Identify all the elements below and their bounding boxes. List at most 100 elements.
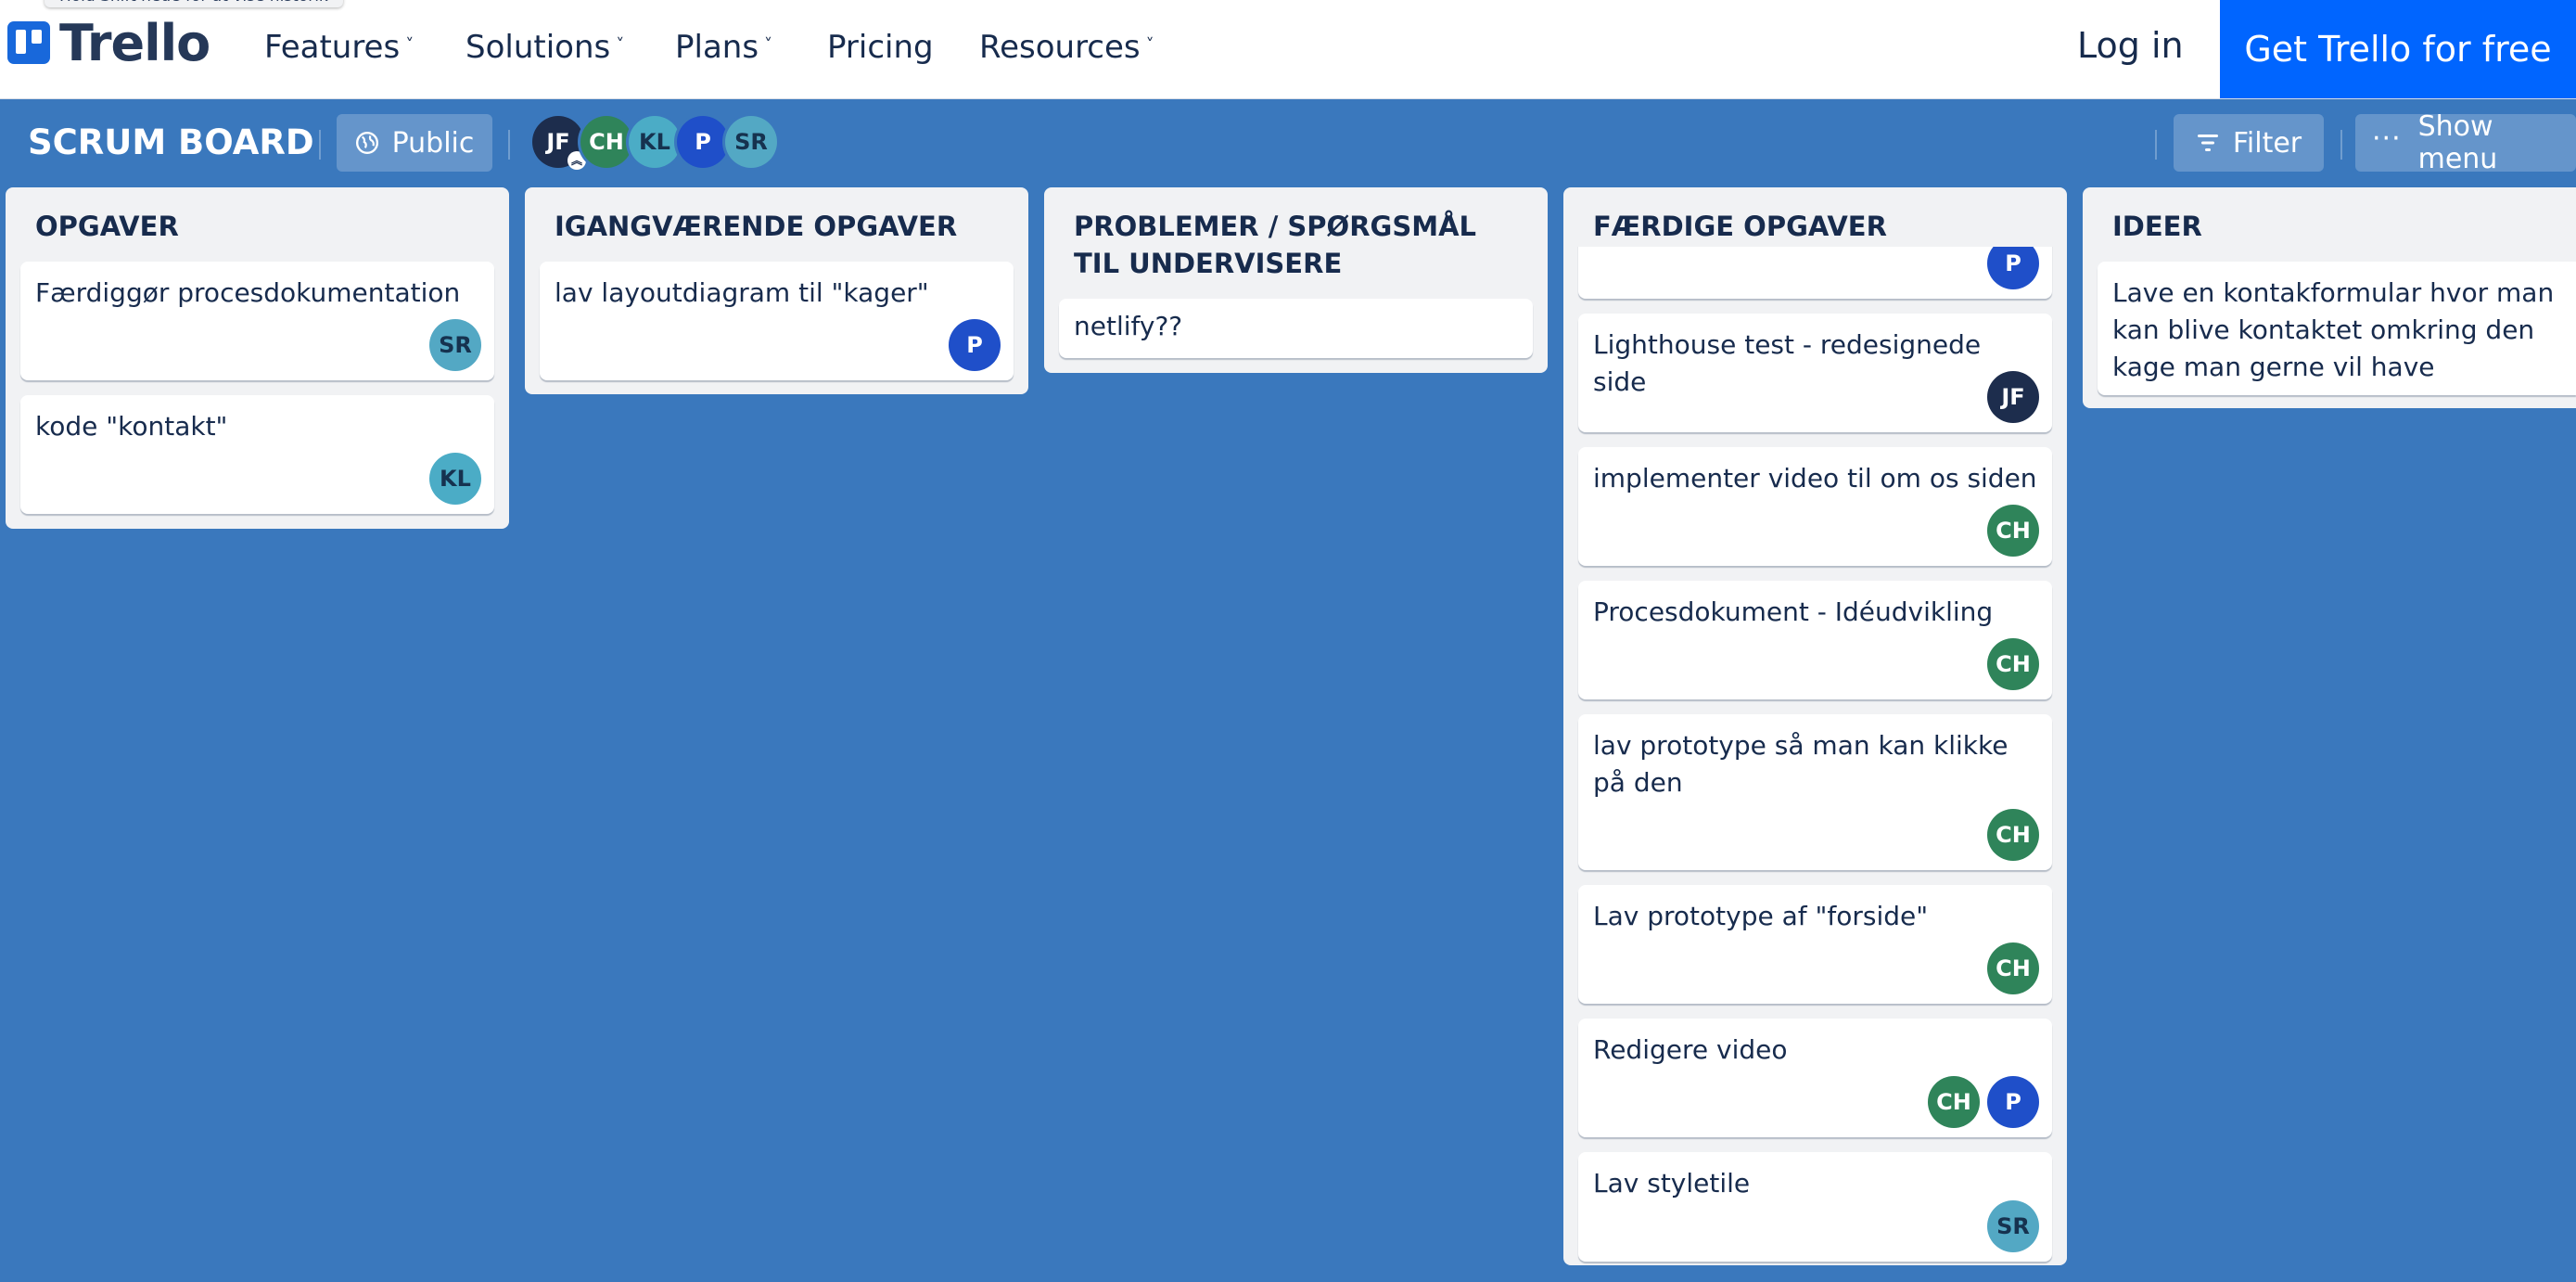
avatar-initials: P	[695, 129, 711, 155]
avatar[interactable]: JF	[1987, 371, 2039, 423]
card[interactable]: Lav prototype af "forside" CH	[1578, 885, 2052, 1004]
visibility-label: Public	[391, 126, 475, 160]
top-navigation: Hold Shift nede for at vise historik Tre…	[0, 0, 2576, 99]
more-dots-icon: ···	[2372, 122, 2402, 155]
trello-logo-icon	[7, 21, 50, 64]
card[interactable]: Redigere video CH P	[1578, 1019, 2052, 1137]
card[interactable]: P	[1578, 247, 2052, 299]
avatar[interactable]: P	[1987, 1076, 2039, 1128]
avatar[interactable]: P	[1987, 247, 2039, 289]
header-divider	[2155, 130, 2157, 160]
card-members: P	[1980, 247, 2039, 289]
card[interactable]: netlify??	[1059, 299, 1533, 358]
card-title: Redigere video	[1593, 1034, 1788, 1065]
chevron-down-icon: ˅	[764, 34, 773, 55]
chevron-down-icon: ˅	[1145, 34, 1154, 55]
list-igangvaerende-opgaver[interactable]: IGANGVÆRENDE OPGAVER lav layoutdiagram t…	[525, 187, 1028, 394]
card-members: JF	[1980, 371, 2039, 423]
avatar[interactable]: CH	[1987, 942, 2039, 994]
avatar[interactable]: KL	[429, 453, 481, 505]
card-members: P	[941, 319, 1001, 371]
avatar[interactable]: SR	[429, 319, 481, 371]
card[interactable]: Færdiggør procesdokumentation SR	[20, 262, 494, 380]
card-members: KL	[422, 453, 481, 505]
avatar[interactable]: SR	[1987, 1200, 2039, 1252]
list-title[interactable]: IGANGVÆRENDE OPGAVER	[525, 187, 1028, 247]
avatar[interactable]: P	[949, 319, 1001, 371]
chevron-down-icon: ˅	[405, 34, 414, 55]
logo-text: Trello	[59, 13, 210, 72]
list-opgaver[interactable]: OPGAVER Færdiggør procesdokumentation SR…	[6, 187, 509, 529]
show-menu-label: Show menu	[2417, 110, 2498, 175]
card-title: kode "kontakt"	[35, 411, 228, 442]
card-members: CH	[1980, 505, 2039, 557]
filter-icon	[2197, 135, 2218, 151]
nav-label: Features	[264, 29, 401, 66]
filter-label: Filter	[2232, 126, 2302, 160]
card-title: netlify??	[1074, 311, 1183, 341]
card[interactable]: lav layoutdiagram til "kager" P	[540, 262, 1014, 380]
card-title: Procesdokument - Idéudvikling	[1593, 596, 1994, 627]
list-problemer[interactable]: PROBLEMER / SPØRGSMÅL TIL UNDERVISERE ne…	[1044, 187, 1548, 373]
list-cards-scroll[interactable]: P Lighthouse test - redesignede side JF …	[1563, 247, 2067, 1265]
globe-icon	[355, 131, 378, 155]
visibility-button[interactable]: Public	[337, 114, 492, 172]
card[interactable]: Lighthouse test - redesignede side JF	[1578, 314, 2052, 432]
card[interactable]: Lave en kontakformular hvor man kan bliv…	[2098, 262, 2576, 395]
card-members: CH	[1980, 809, 2039, 861]
list-title[interactable]: PROBLEMER / SPØRGSMÅL TIL UNDERVISERE	[1044, 187, 1548, 282]
card-title: Lave en kontakformular hvor man kan bliv…	[2112, 277, 2555, 382]
login-link[interactable]: Log in	[2077, 22, 2184, 69]
card-members: CH	[1980, 638, 2039, 690]
member-avatar-kl[interactable]: KL	[629, 116, 681, 168]
card[interactable]: Lav styletile SR	[1578, 1152, 2052, 1262]
member-avatar-sr[interactable]: SR	[725, 116, 777, 168]
nav-label: Resources	[979, 29, 1141, 66]
chevron-down-icon: ˅	[616, 34, 625, 55]
card-title: Lav prototype af "forside"	[1593, 901, 1929, 931]
avatar[interactable]: CH	[1987, 638, 2039, 690]
history-tooltip: Hold Shift nede for at vise historik	[45, 0, 343, 7]
nav-label: Pricing	[827, 29, 934, 66]
card-title: lav prototype så man kan klikke på den	[1593, 730, 2009, 798]
avatar[interactable]: CH	[1928, 1076, 1980, 1128]
filter-button[interactable]: Filter	[2174, 114, 2324, 172]
avatar[interactable]: CH	[1987, 505, 2039, 557]
nav-plans[interactable]: Plans ˅	[675, 26, 772, 69]
nav-label: Solutions	[465, 29, 611, 66]
card[interactable]: kode "kontakt" KL	[20, 395, 494, 514]
avatar[interactable]: CH	[1987, 809, 2039, 861]
header-divider	[319, 130, 321, 160]
header-divider	[508, 130, 510, 160]
list-title[interactable]: IDEER	[2083, 187, 2576, 247]
list-title[interactable]: FÆRDIGE OPGAVER	[1563, 187, 2067, 247]
trello-logo[interactable]: Trello	[7, 13, 210, 72]
card-members: CH	[1980, 942, 2039, 994]
card-members: SR	[1980, 1200, 2039, 1252]
show-menu-button[interactable]: ··· Show menu	[2355, 110, 2576, 175]
member-avatar-p[interactable]: P	[677, 116, 729, 168]
nav-solutions[interactable]: Solutions ˅	[465, 26, 624, 69]
card-members: SR	[422, 319, 481, 371]
list-faerdige-opgaver[interactable]: FÆRDIGE OPGAVER P Lighthouse test - rede…	[1563, 187, 2067, 1265]
nav-features[interactable]: Features ˅	[264, 26, 414, 69]
board-title[interactable]: SCRUM BOARD	[28, 122, 314, 162]
board-header: SCRUM BOARD Public JF ︽ CH KL P SR Filte…	[0, 98, 2576, 187]
member-avatar-ch[interactable]: CH	[580, 116, 632, 168]
member-avatar-jf[interactable]: JF ︽	[532, 116, 586, 170]
list-ideer[interactable]: IDEER Lave en kontakformular hvor man ka…	[2083, 187, 2576, 408]
nav-label: Plans	[675, 29, 759, 66]
nav-pricing[interactable]: Pricing	[827, 26, 934, 69]
header-divider	[2340, 130, 2342, 160]
card[interactable]: Procesdokument - Idéudvikling CH	[1578, 581, 2052, 699]
avatar-initials: KL	[639, 129, 670, 155]
nav-resources[interactable]: Resources ˅	[979, 26, 1154, 69]
avatar-initials: SR	[734, 129, 768, 155]
card[interactable]: implementer video til om os siden CH	[1578, 447, 2052, 566]
avatar-initials: CH	[589, 129, 624, 155]
get-trello-button[interactable]: Get Trello for free	[2220, 0, 2576, 98]
card-title: Færdiggør procesdokumentation	[35, 277, 461, 308]
avatar-initials: JF	[546, 129, 570, 155]
list-title[interactable]: OPGAVER	[6, 187, 509, 247]
card[interactable]: lav prototype så man kan klikke på den C…	[1578, 714, 2052, 870]
